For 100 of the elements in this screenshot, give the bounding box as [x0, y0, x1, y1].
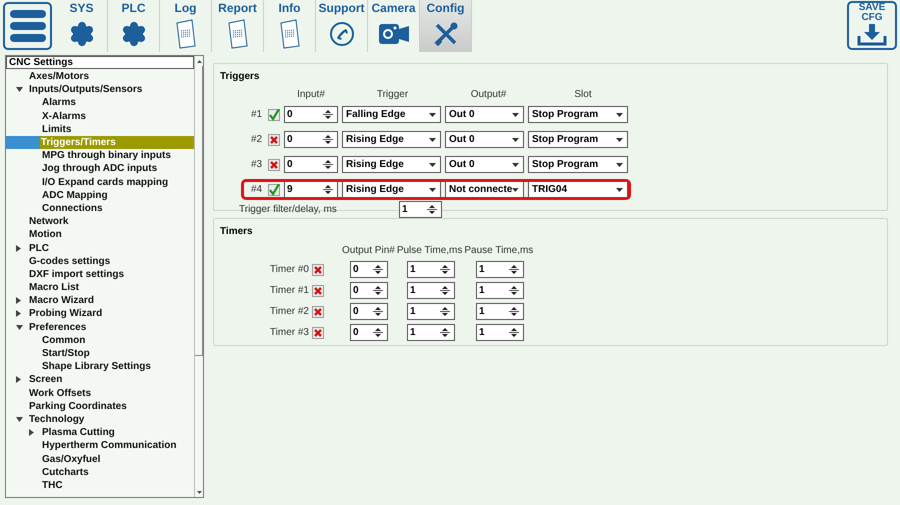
toolbar-tab[interactable]: Info	[264, 0, 316, 52]
dropdown[interactable]: Stop Program	[528, 131, 628, 148]
tree-item[interactable]: Screen	[28, 373, 62, 386]
tree-item[interactable]: Inputs/Outputs/Sensors	[28, 83, 142, 96]
output-pin-spin-box[interactable]: 0	[350, 261, 388, 278]
tree-item[interactable]: Macro List	[28, 281, 80, 294]
toolbar-tab[interactable]: Log	[160, 0, 212, 52]
spin-arrows-icon[interactable]	[439, 326, 451, 339]
dropdown[interactable]: TRIG04	[528, 181, 628, 198]
spin-arrows-icon[interactable]	[508, 326, 520, 339]
expanded-arrow-icon[interactable]	[16, 324, 23, 330]
tree-item[interactable]: Motion	[28, 228, 62, 242]
save-config-button[interactable]: SAVE CFG	[847, 1, 897, 50]
spin-arrows-icon[interactable]	[372, 305, 384, 318]
checkbox[interactable]	[268, 134, 280, 146]
spin-arrows-icon[interactable]	[322, 183, 334, 196]
tree-item[interactable]: PLC	[28, 241, 49, 255]
tree-item[interactable]: Parking Coordinates	[28, 400, 127, 413]
checkbox[interactable]	[312, 264, 324, 276]
checkbox[interactable]	[312, 284, 324, 296]
toolbar-tab[interactable]: PLC	[108, 0, 160, 52]
collapsed-arrow-icon[interactable]	[16, 297, 21, 304]
tree-item[interactable]: MPG through binary inputs	[41, 149, 171, 162]
spin-arrows-icon[interactable]	[508, 263, 520, 276]
tree-item[interactable]: DXF import settings	[28, 268, 124, 281]
output-pin-spin-box[interactable]: 0	[350, 324, 388, 341]
spin-arrows-icon[interactable]	[439, 263, 451, 276]
tree-item[interactable]: Network	[28, 215, 68, 228]
tree-item[interactable]: Shape Library Settings	[41, 360, 151, 374]
tree-item[interactable]: ADC Mapping	[41, 188, 108, 202]
toolbar-tab[interactable]: Support	[316, 0, 368, 52]
pulse-time-spin-box[interactable]: 1	[407, 303, 455, 320]
dropdown[interactable]: Falling Edge	[342, 106, 441, 123]
toolbar-tab[interactable]: Config	[420, 0, 472, 52]
dropdown[interactable]: Rising Edge	[342, 181, 441, 198]
scroll-down-icon[interactable]	[196, 490, 202, 494]
input-spin-box[interactable]: 0	[284, 131, 338, 148]
tree-item[interactable]: Connections	[41, 202, 103, 216]
spin-arrows-icon[interactable]	[508, 305, 520, 318]
tree-item[interactable]: Common	[41, 334, 86, 347]
spin-arrows-icon[interactable]	[322, 108, 334, 121]
output-pin-spin-box[interactable]: 0	[350, 282, 388, 299]
tree-item[interactable]: Limits	[41, 122, 72, 136]
pause-time-spin-box[interactable]: 1	[476, 303, 524, 320]
spin-arrows-icon[interactable]	[322, 133, 334, 146]
pause-time-spin-box[interactable]: 1	[476, 324, 524, 341]
spin-arrows-icon[interactable]	[372, 326, 384, 339]
collapsed-arrow-icon[interactable]	[29, 429, 34, 436]
tree-item[interactable]: Technology	[28, 412, 84, 426]
dropdown[interactable]: Stop Program	[528, 156, 628, 173]
toolbar-tab[interactable]: SYS	[56, 0, 108, 52]
tree-item[interactable]: I/O Expand cards mapping	[41, 176, 168, 189]
tree-item[interactable]: Plasma Cutting	[41, 426, 115, 440]
collapsed-arrow-icon[interactable]	[16, 244, 21, 252]
tree-item[interactable]: Jog through ADC inputs	[41, 162, 158, 176]
dropdown[interactable]: Not connecte	[445, 181, 524, 198]
spin-arrows-icon[interactable]	[372, 263, 384, 276]
tree-item[interactable]: Alarms	[41, 96, 76, 110]
tree-item[interactable]: Macro Wizard	[28, 294, 94, 308]
tree-item[interactable]: G-codes settings	[28, 254, 110, 268]
dropdown[interactable]: Rising Edge	[342, 156, 441, 173]
toolbar-tab[interactable]: Camera	[368, 0, 420, 52]
spin-arrows-icon[interactable]	[439, 305, 451, 318]
spin-arrows-icon[interactable]	[322, 158, 334, 171]
spin-arrows-icon[interactable]	[372, 284, 384, 297]
checkbox[interactable]	[312, 306, 324, 318]
dropdown[interactable]: Out 0	[445, 156, 524, 173]
tree-item[interactable]: Hypertherm Communication	[41, 439, 176, 452]
checkbox[interactable]	[268, 158, 280, 170]
dropdown[interactable]: Rising Edge	[342, 131, 441, 148]
filter-spin-box[interactable]: 1	[399, 201, 442, 218]
pause-time-spin-box[interactable]: 1	[476, 282, 524, 299]
tree-item[interactable]: Work Offsets	[28, 386, 92, 400]
spin-arrows-icon[interactable]	[426, 203, 438, 216]
checkbox[interactable]	[268, 108, 280, 120]
tree-item[interactable]: Axes/Motors	[28, 70, 90, 84]
expanded-arrow-icon[interactable]	[16, 416, 23, 422]
dropdown[interactable]: Out 0	[445, 131, 524, 148]
input-spin-box[interactable]: 9	[284, 181, 338, 198]
tree-item[interactable]: Cutcharts	[41, 466, 89, 479]
collapsed-arrow-icon[interactable]	[16, 310, 21, 318]
checkbox[interactable]	[268, 184, 280, 196]
collapsed-arrow-icon[interactable]	[16, 376, 21, 384]
spin-arrows-icon[interactable]	[439, 284, 451, 297]
dropdown[interactable]: Out 0	[445, 106, 524, 123]
tree-item[interactable]: Gas/Oxyfuel	[41, 452, 100, 466]
scroll-up-icon[interactable]	[196, 60, 202, 62]
tree-item[interactable]: THC	[41, 478, 63, 492]
pause-time-spin-box[interactable]: 1	[476, 261, 524, 278]
checkbox[interactable]	[312, 326, 324, 338]
pulse-time-spin-box[interactable]: 1	[407, 261, 455, 278]
input-spin-box[interactable]: 0	[284, 106, 338, 123]
spin-arrows-icon[interactable]	[508, 284, 520, 297]
output-pin-spin-box[interactable]: 0	[350, 303, 388, 320]
toolbar-tab[interactable]: Report	[212, 0, 264, 52]
tree-item[interactable]: Preferences	[28, 320, 86, 334]
input-spin-box[interactable]: 0	[284, 156, 338, 173]
tree-item[interactable]: X-Alarms	[41, 110, 86, 123]
tree-item[interactable]: Probing Wizard	[28, 307, 102, 321]
dropdown[interactable]: Stop Program	[528, 106, 628, 123]
